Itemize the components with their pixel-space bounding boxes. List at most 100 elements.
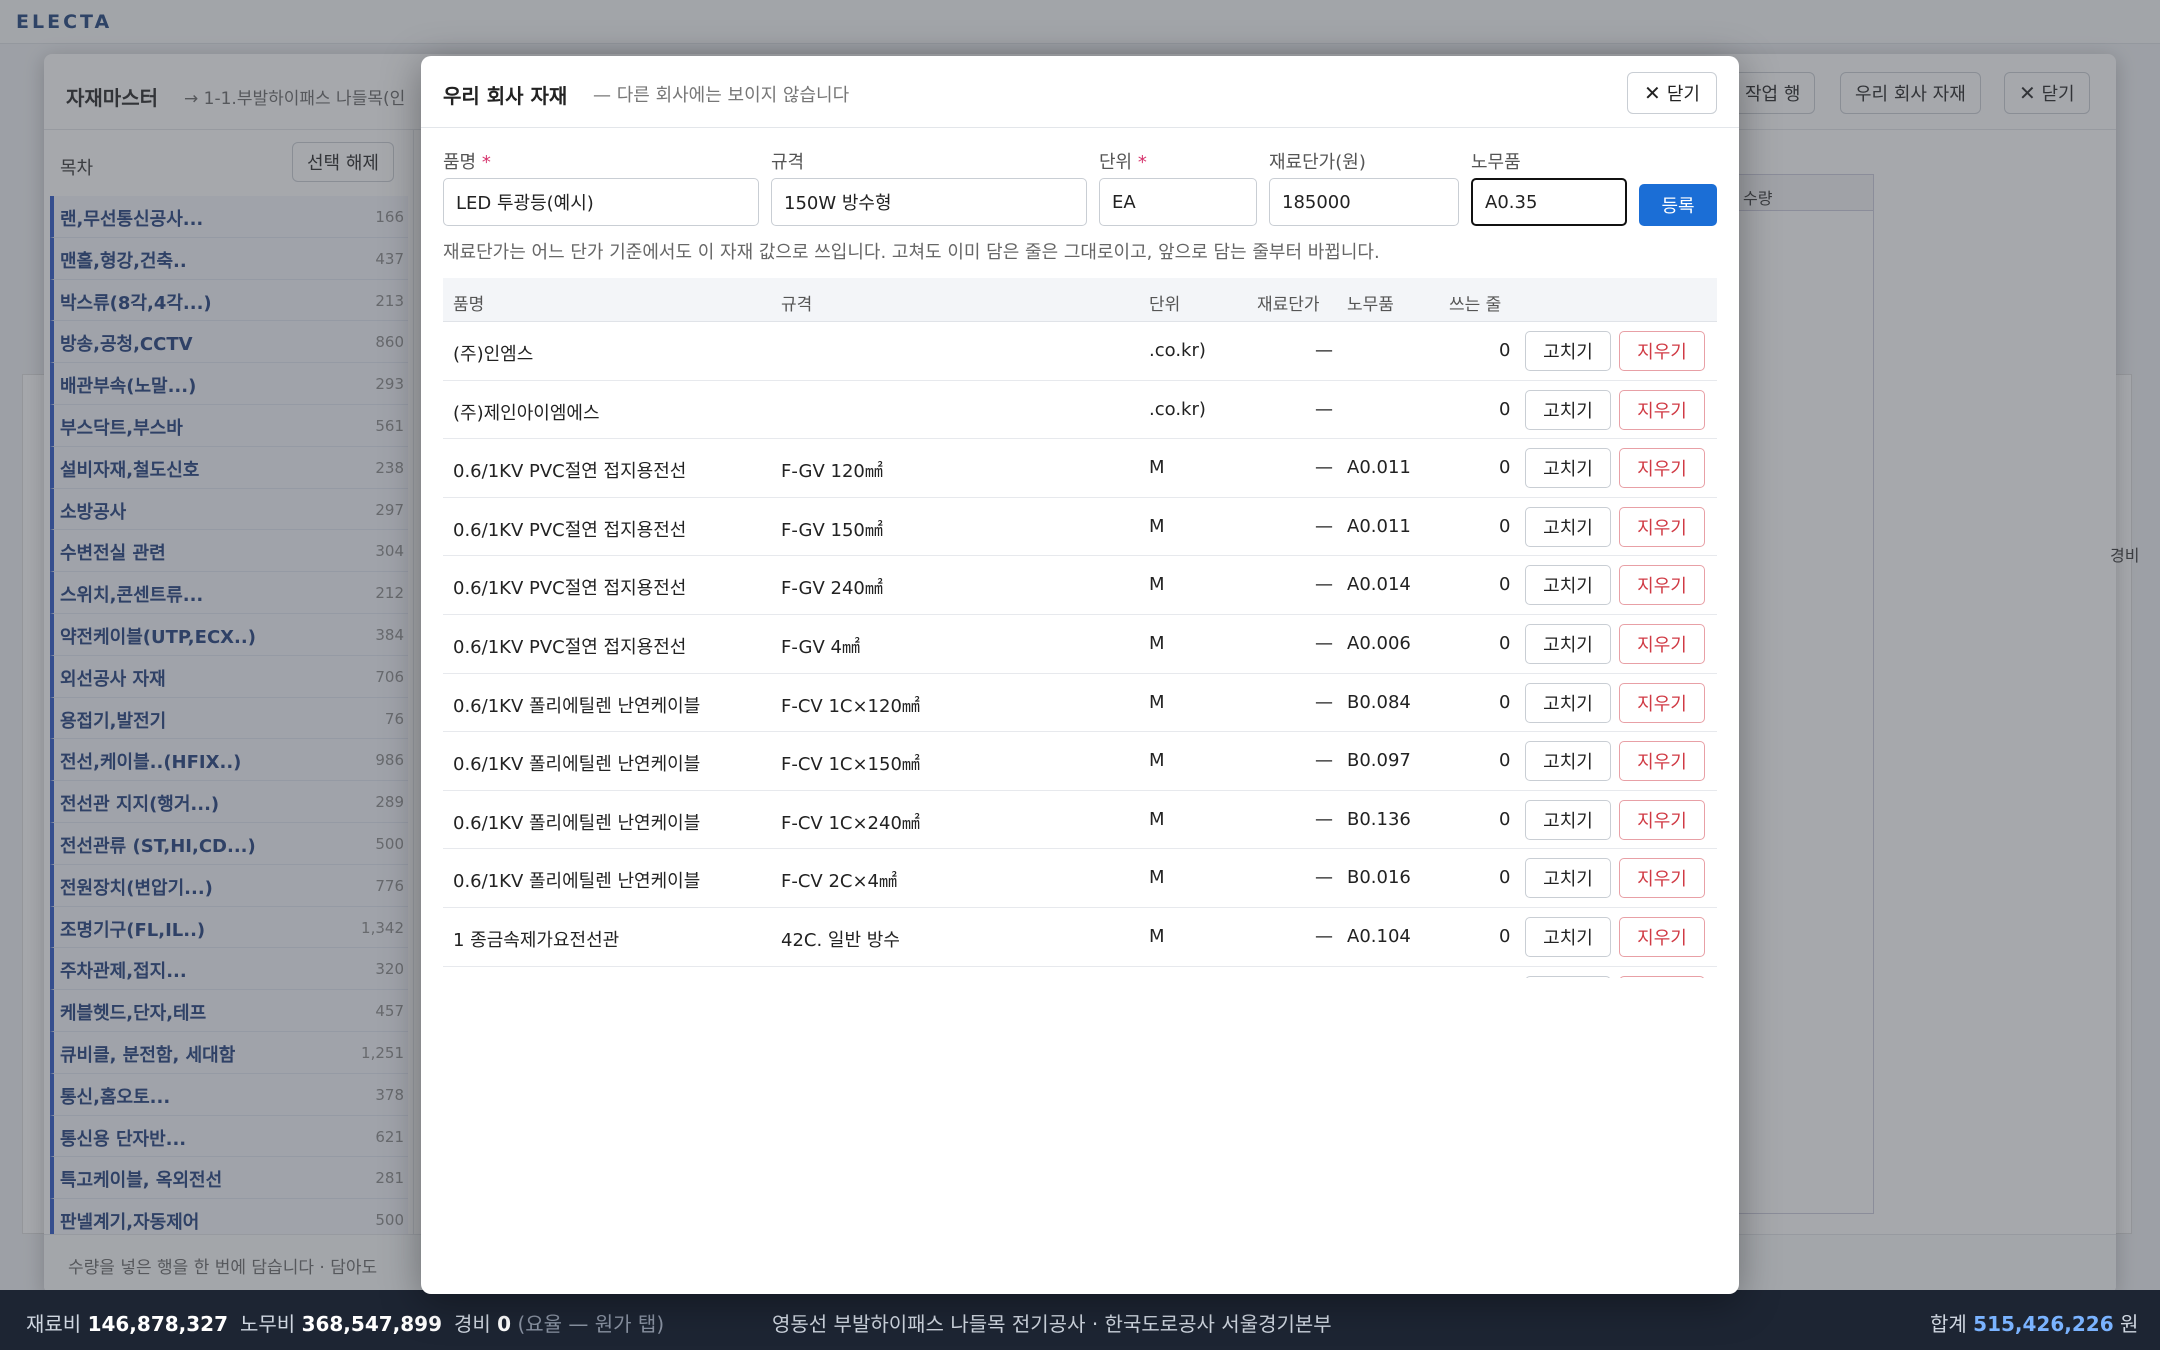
delete-button[interactable]: 지우기 — [1619, 506, 1705, 547]
modal-header: 우리 회사 자재 — 다른 회사에는 보이지 않습니다 ✕ 닫기 — [421, 56, 1739, 128]
delete-button[interactable]: 지우기 — [1619, 917, 1705, 957]
edit-button[interactable]: 고치기 — [1525, 975, 1611, 978]
cell-name: 0.6/1KV 폴리에틸렌 난연케이블 — [453, 695, 701, 717]
table-row: 1 종금속제가요전선관 42C. 일반 방수 M — A0.104 0 고치기 지우기 — [443, 908, 1717, 967]
cell-name: 0.6/1KV PVC절연 접지용전선 — [453, 578, 687, 600]
cell-unit: M — [1149, 867, 1165, 889]
table-row: 0.6/1KV PVC절연 접지용전선 F-GV 240㎟ M — A0.014 0 고치기… — [443, 556, 1717, 615]
cell-labor: A0.011 — [1347, 457, 1411, 479]
delete-button[interactable]: 지우기 — [1619, 389, 1705, 430]
delete-button[interactable]: 지우기 — [1619, 331, 1705, 371]
labor-input[interactable] — [1471, 178, 1627, 226]
table-row: (주)인엠스 .co.kr) — 0 고치기 지우기 — [443, 322, 1717, 381]
status-labor-value: 368,547,899 — [301, 1312, 443, 1336]
spec-label: 규격 — [771, 152, 805, 173]
table-row: (주)제인아이엠에스 .co.kr) — 0 고치기 지우기 — [443, 381, 1717, 440]
cell-price: — — [1315, 457, 1333, 479]
cell-name: 1 종금속제가요전선관 — [453, 930, 620, 951]
status-total: 합계 515,426,226 원 — [1930, 1312, 2139, 1336]
edit-button[interactable]: 고치기 — [1525, 858, 1611, 899]
name-input[interactable] — [443, 178, 759, 226]
modal-subtitle: — 다른 회사에는 보이지 않습니다 — [593, 85, 850, 106]
price-input[interactable] — [1269, 178, 1459, 226]
cell-unit: M — [1149, 515, 1165, 537]
edit-button[interactable]: 고치기 — [1525, 624, 1611, 664]
unit-input[interactable] — [1099, 178, 1257, 226]
delete-button[interactable]: 지우기 — [1619, 624, 1705, 664]
cell-used: 0 — [1499, 515, 1511, 537]
cell-name: (주)인엠스 — [453, 344, 534, 365]
edit-button[interactable]: 고치기 — [1525, 799, 1611, 840]
table-row: 0.6/1KV 폴리에틸렌 난연케이블 F-CV 1C×240㎟ M — B0.136 0… — [443, 791, 1717, 850]
table-row: 0.6/1KV PVC절연 접지용전선 F-GV 4㎟ M — A0.006 0 고치기 지우… — [443, 615, 1717, 674]
close-icon: ✕ — [1644, 81, 1661, 105]
spec-input[interactable] — [771, 178, 1087, 226]
cell-price: — — [1315, 926, 1333, 947]
price-note: 재료단가는 어느 단가 기준에서도 이 자재 값으로 쓰입니다. 고쳐도 이미 … — [443, 242, 1380, 263]
edit-button[interactable]: 고치기 — [1525, 389, 1611, 430]
edit-button[interactable]: 고치기 — [1525, 506, 1611, 547]
register-button[interactable]: 등록 — [1639, 184, 1717, 226]
delete-button[interactable]: 지우기 — [1619, 565, 1705, 606]
modal-close-button[interactable]: ✕ 닫기 — [1627, 72, 1717, 114]
edit-button[interactable]: 고치기 — [1525, 741, 1611, 782]
cell-spec: F-CV 1C×240㎟ — [781, 812, 920, 834]
cell-used: 0 — [1499, 926, 1511, 947]
edit-button[interactable]: 고치기 — [1525, 682, 1611, 723]
cell-labor: A0.014 — [1347, 574, 1411, 596]
cell-labor: B0.084 — [1347, 691, 1411, 713]
status-labor: 노무비 368,547,899 — [240, 1312, 443, 1336]
cell-unit: M — [1149, 633, 1165, 654]
cell-unit: M — [1149, 457, 1165, 479]
cell-name: 0.6/1KV PVC절연 접지용전선 — [453, 637, 687, 658]
status-expense: 경비 0 (요율 — 원가 탭) — [454, 1312, 665, 1336]
cell-price: — — [1315, 750, 1333, 772]
col-price: 재료단가 — [1257, 295, 1320, 315]
cell-price: — — [1315, 515, 1333, 537]
cell-price: — — [1315, 340, 1333, 361]
status-total-value: 515,426,226 — [1973, 1312, 2114, 1336]
price-label: 재료단가(원) — [1269, 152, 1366, 173]
edit-button[interactable]: 고치기 — [1525, 565, 1611, 606]
delete-button[interactable]: 지우기 — [1619, 682, 1705, 723]
cell-spec: 42C. 일반 방수 — [781, 930, 900, 951]
cell-spec: F-CV 2C×4㎟ — [781, 871, 898, 893]
cell-price: — — [1315, 574, 1333, 596]
cell-price: — — [1315, 633, 1333, 654]
cell-labor: A0.006 — [1347, 633, 1411, 654]
cell-used: 0 — [1499, 867, 1511, 889]
cell-used: 0 — [1499, 340, 1511, 361]
edit-button[interactable]: 고치기 — [1525, 448, 1611, 489]
cell-used: 0 — [1499, 633, 1511, 654]
cell-unit: M — [1149, 926, 1165, 947]
cell-unit: M — [1149, 691, 1165, 713]
delete-button[interactable]: 지우기 — [1619, 858, 1705, 899]
delete-button[interactable]: 지우기 — [1619, 448, 1705, 489]
cell-spec: F-CV 1C×120㎟ — [781, 695, 920, 717]
delete-button[interactable]: 지우기 — [1619, 799, 1705, 840]
table-row: 0.6/1KV PVC절연 접지용전선 F-GV 120㎟ M — A0.011 0 고치기… — [443, 439, 1717, 498]
delete-button[interactable]: 지우기 — [1619, 975, 1705, 978]
cell-name: (주)제인아이엠에스 — [453, 402, 600, 424]
table-row: 0.6/1KV 폴리에틸렌 난연케이블 F-CV 1C×120㎟ M — B0.084 0… — [443, 674, 1717, 733]
cell-labor: A0.104 — [1347, 926, 1411, 947]
delete-button[interactable]: 지우기 — [1619, 741, 1705, 782]
cell-used: 0 — [1499, 398, 1511, 420]
cell-unit: M — [1149, 750, 1165, 772]
cell-labor: A0.011 — [1347, 515, 1411, 537]
col-unit: 단위 — [1149, 295, 1181, 315]
cell-unit: M — [1149, 574, 1165, 596]
cell-name: 0.6/1KV 폴리에틸렌 난연케이블 — [453, 754, 701, 776]
cell-name: 0.6/1KV 폴리에틸렌 난연케이블 — [453, 812, 701, 834]
cell-used: 0 — [1499, 808, 1511, 830]
cell-used: 0 — [1499, 691, 1511, 713]
edit-button[interactable]: 고치기 — [1525, 331, 1611, 371]
cell-unit: .co.kr) — [1149, 398, 1206, 420]
cell-name: 0.6/1KV PVC절연 접지용전선 — [453, 461, 687, 483]
cell-name: 0.6/1KV PVC절연 접지용전선 — [453, 519, 687, 541]
edit-button[interactable]: 고치기 — [1525, 917, 1611, 957]
modal-title: 우리 회사 자재 — [443, 84, 568, 108]
cell-used: 0 — [1499, 574, 1511, 596]
cell-spec: F-GV 4㎟ — [781, 637, 860, 658]
company-materials-modal: 우리 회사 자재 — 다른 회사에는 보이지 않습니다 ✕ 닫기 품명 * 규격… — [421, 56, 1739, 1294]
